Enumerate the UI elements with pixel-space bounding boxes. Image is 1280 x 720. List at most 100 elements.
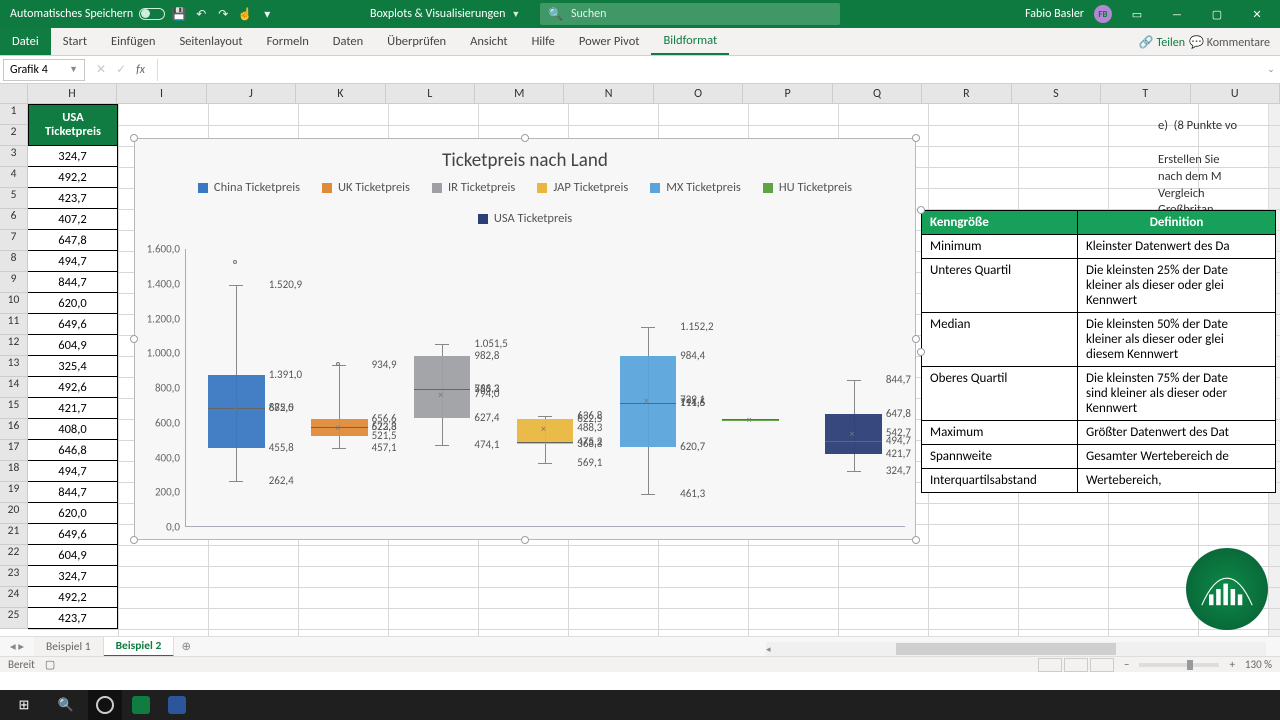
data-cell[interactable]: 423,7 (28, 608, 118, 629)
column-header[interactable]: S (1012, 84, 1101, 104)
worksheet-grid[interactable]: HIJKLMNOPQRSTU 1234567891011121314151617… (0, 84, 1280, 672)
share-button[interactable]: 🔗 Teilen (1139, 35, 1185, 50)
row-header[interactable]: 5 (0, 188, 28, 209)
minimize-button[interactable]: — (1162, 0, 1192, 28)
chart-handle[interactable] (130, 134, 138, 142)
taskbar-app-obs[interactable] (88, 690, 122, 720)
zoom-in-button[interactable]: + (1229, 658, 1234, 671)
chart-handle[interactable] (521, 134, 529, 142)
select-all-corner[interactable] (0, 84, 28, 104)
row-header[interactable]: 19 (0, 482, 28, 503)
chart-handle[interactable] (130, 335, 138, 343)
row-header[interactable]: 17 (0, 440, 28, 461)
tab-ueberpruefen[interactable]: Überprüfen (375, 28, 458, 55)
data-cell[interactable]: 844,7 (28, 272, 118, 293)
search-box[interactable]: 🔍 Suchen (540, 3, 840, 25)
tab-ansicht[interactable]: Ansicht (458, 28, 519, 55)
row-header[interactable]: 25 (0, 608, 28, 629)
data-cell[interactable]: 647,8 (28, 230, 118, 251)
row-header[interactable]: 14 (0, 377, 28, 398)
column-header[interactable]: R (922, 84, 1011, 104)
user-name[interactable]: Fabio Basler (1025, 7, 1084, 21)
column-header[interactable]: O (654, 84, 743, 104)
data-cell[interactable]: 604,9 (28, 545, 118, 566)
column-header[interactable]: I (117, 84, 206, 104)
row-header[interactable]: 11 (0, 314, 28, 335)
cancel-formula-icon[interactable]: ✕ (96, 62, 106, 77)
autosave-toggle[interactable] (139, 8, 165, 20)
taskbar-app-excel[interactable] (124, 690, 158, 720)
column-header[interactable]: N (564, 84, 653, 104)
accept-formula-icon[interactable]: ✓ (116, 62, 126, 77)
ribbon-display-icon[interactable]: ▭ (1122, 0, 1152, 28)
tab-formeln[interactable]: Formeln (255, 28, 321, 55)
row-header[interactable]: 2 (0, 125, 28, 146)
maximize-button[interactable]: ▢ (1202, 0, 1232, 28)
macro-record-icon[interactable]: ▢ (45, 658, 55, 671)
formula-input[interactable] (157, 59, 1262, 81)
start-button[interactable]: ⊞ (4, 690, 44, 720)
data-cell[interactable]: 604,9 (28, 335, 118, 356)
row-header[interactable]: 4 (0, 167, 28, 188)
tab-datei[interactable]: Datei (0, 28, 51, 55)
zoom-slider[interactable] (1139, 663, 1219, 667)
data-cell[interactable]: 324,7 (28, 146, 118, 167)
row-header[interactable]: 13 (0, 356, 28, 377)
data-cell[interactable]: 423,7 (28, 188, 118, 209)
comments-button[interactable]: 💬 Kommentare (1189, 35, 1270, 50)
data-cell[interactable]: 646,8 (28, 440, 118, 461)
chart-object[interactable]: Ticketpreis nach Land China TicketpreisU… (134, 138, 916, 540)
view-page-layout-icon[interactable] (1064, 658, 1088, 672)
touch-mode-icon[interactable]: ☝ (237, 6, 253, 22)
tab-powerpivot[interactable]: Power Pivot (567, 28, 652, 55)
data-cell[interactable]: 649,6 (28, 314, 118, 335)
data-cell[interactable]: 492,2 (28, 167, 118, 188)
sheet-tab-beispiel2[interactable]: Beispiel 2 (104, 637, 175, 657)
tab-bildformat[interactable]: Bildformat (651, 28, 729, 55)
row-header[interactable]: 20 (0, 503, 28, 524)
tab-seitenlayout[interactable]: Seitenlayout (167, 28, 254, 55)
column-header[interactable]: M (475, 84, 564, 104)
formula-expand-icon[interactable]: ⌄ (1262, 64, 1280, 75)
data-cell[interactable]: 649,6 (28, 524, 118, 545)
data-cell[interactable]: 492,2 (28, 587, 118, 608)
document-title[interactable]: Boxplots & Visualisierungen▼ (370, 0, 520, 28)
tab-hilfe[interactable]: Hilfe (520, 28, 567, 55)
column-header[interactable]: T (1101, 84, 1190, 104)
column-header[interactable]: J (207, 84, 296, 104)
data-cell[interactable]: 494,7 (28, 251, 118, 272)
row-header[interactable]: 16 (0, 419, 28, 440)
redo-icon[interactable]: ↷ (215, 6, 231, 22)
data-cell[interactable]: 324,7 (28, 566, 118, 587)
view-normal-icon[interactable] (1038, 658, 1062, 672)
row-header[interactable]: 22 (0, 545, 28, 566)
data-cell[interactable]: 421,7 (28, 398, 118, 419)
row-header[interactable]: 15 (0, 398, 28, 419)
row-header[interactable]: 23 (0, 566, 28, 587)
data-cell[interactable]: 494,7 (28, 461, 118, 482)
tab-daten[interactable]: Daten (321, 28, 375, 55)
sheet-nav[interactable]: ◂ ▸ (0, 639, 34, 654)
row-header[interactable]: 6 (0, 209, 28, 230)
data-cell[interactable]: 325,4 (28, 356, 118, 377)
table-handle[interactable] (917, 206, 925, 214)
horizontal-scrollbar[interactable]: ◂ (766, 642, 1266, 656)
data-cell[interactable]: 620,0 (28, 503, 118, 524)
row-header[interactable]: 9 (0, 272, 28, 293)
row-header[interactable]: 3 (0, 146, 28, 167)
column-header[interactable]: K (296, 84, 385, 104)
column-header[interactable]: L (386, 84, 475, 104)
column-header[interactable]: Q (833, 84, 922, 104)
zoom-level[interactable]: 130 % (1245, 658, 1272, 671)
save-icon[interactable]: 💾 (171, 6, 187, 22)
column-header[interactable]: P (743, 84, 832, 104)
column-header[interactable]: H (28, 84, 117, 104)
tab-einfuegen[interactable]: Einfügen (99, 28, 167, 55)
row-header[interactable]: 21 (0, 524, 28, 545)
chart-handle[interactable] (912, 536, 920, 544)
row-header[interactable]: 24 (0, 587, 28, 608)
close-button[interactable]: ✕ (1242, 0, 1272, 28)
tab-start[interactable]: Start (51, 28, 99, 55)
data-cell[interactable]: 492,6 (28, 377, 118, 398)
row-header[interactable]: 18 (0, 461, 28, 482)
